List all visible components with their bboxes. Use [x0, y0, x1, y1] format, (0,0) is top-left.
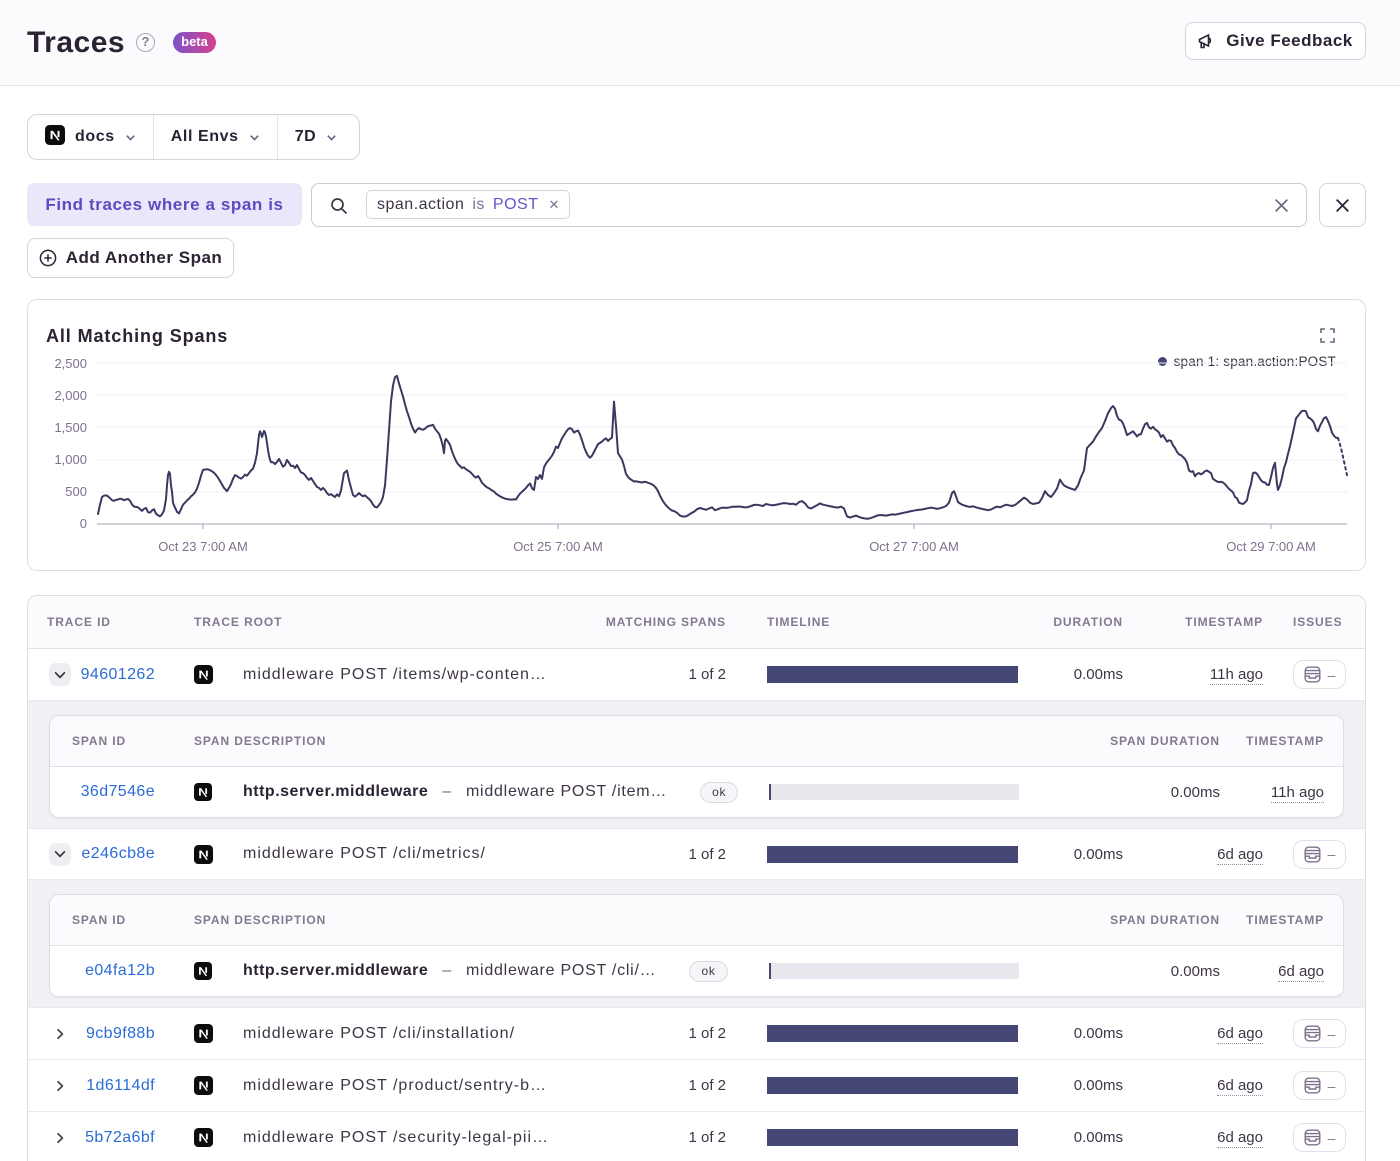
- svg-text:Oct 23 7:00 AM: Oct 23 7:00 AM: [158, 539, 248, 554]
- svg-text:Oct 27 7:00 AM: Oct 27 7:00 AM: [869, 539, 959, 554]
- svg-text:1,000: 1,000: [54, 452, 87, 467]
- svg-text:2,500: 2,500: [54, 356, 87, 371]
- svg-text:Oct 25 7:00 AM: Oct 25 7:00 AM: [513, 539, 603, 554]
- svg-text:1,500: 1,500: [54, 420, 87, 435]
- svg-text:500: 500: [65, 484, 87, 499]
- svg-text:2,000: 2,000: [54, 388, 87, 403]
- svg-text:0: 0: [80, 516, 87, 531]
- svg-text:Oct 29 7:00 AM: Oct 29 7:00 AM: [1226, 539, 1316, 554]
